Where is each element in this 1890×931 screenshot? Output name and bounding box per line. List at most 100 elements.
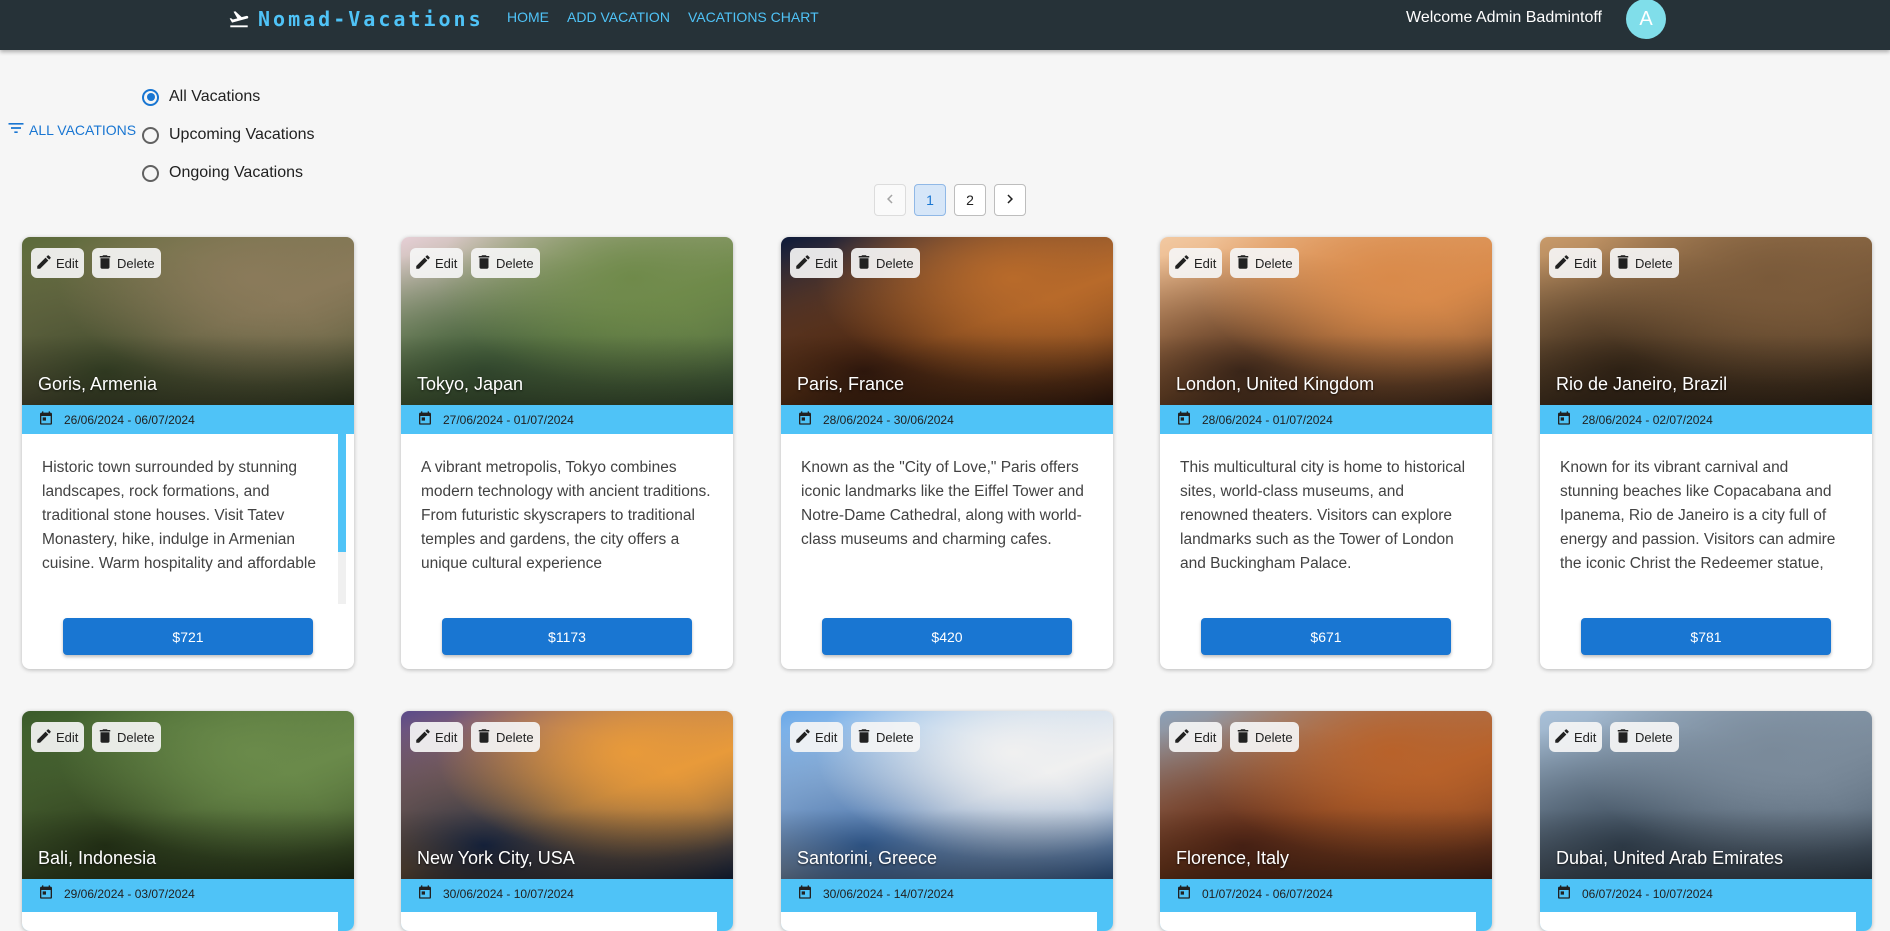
description-scroll-area[interactable]: Known for its vibrant carnival and stunn… — [1540, 434, 1872, 604]
description-area — [1160, 912, 1476, 931]
radio-button[interactable] — [142, 126, 159, 144]
vacation-destination: Rio de Janeiro, Brazil — [1556, 374, 1728, 394]
radio-label: Ongoing Vacations — [169, 164, 304, 181]
edit-button[interactable]: Edit — [1169, 722, 1223, 752]
calendar-icon — [1176, 884, 1192, 903]
vacation-dates: 27/06/2024 - 01/07/2024 — [401, 405, 733, 434]
vacation-image: Edit Delete Santorini, Greece — [781, 711, 1113, 879]
vacation-card-body — [22, 908, 354, 931]
edit-button[interactable]: Edit — [410, 248, 464, 278]
delete-button[interactable]: Delete — [92, 722, 161, 752]
nav-home[interactable]: HOME — [507, 9, 549, 25]
delete-button[interactable]: Delete — [851, 722, 920, 752]
previous-page-button[interactable] — [874, 184, 906, 216]
pencil-icon — [35, 727, 53, 748]
delete-button[interactable]: Delete — [1610, 722, 1679, 752]
vacation-dates: 28/06/2024 - 30/06/2024 — [781, 405, 1113, 434]
edit-label: Edit — [815, 255, 838, 271]
vacation-dates: 30/06/2024 - 14/07/2024 — [781, 879, 1113, 908]
description-scrollbar[interactable] — [338, 434, 346, 604]
pencil-icon — [1173, 727, 1191, 748]
radio-ongoing-vacations[interactable]: Ongoing Vacations — [142, 154, 315, 192]
radio-button[interactable] — [142, 88, 159, 106]
delete-button[interactable]: Delete — [92, 248, 161, 278]
top-app-bar: Nomad-Vacations HOME ADD VACATION VACATI… — [0, 0, 1890, 50]
calendar-icon — [38, 884, 54, 903]
delete-label: Delete — [496, 729, 534, 745]
filter-button-label: ALL VACATIONS — [29, 121, 137, 138]
vacation-destination: Florence, Italy — [1176, 848, 1290, 868]
price-button[interactable]: $1173 — [442, 618, 692, 655]
delete-button[interactable]: Delete — [851, 248, 920, 278]
vacation-card: Edit Delete Rio de Janeiro, Brazil 28/06/20… — [1540, 237, 1872, 669]
vacation-destination: London, United Kingdom — [1176, 374, 1375, 394]
radio-all-vacations[interactable]: All Vacations — [142, 78, 315, 116]
radio-label: All Vacations — [169, 88, 261, 105]
description-scroll-area[interactable]: Historic town surrounded by stunning lan… — [22, 434, 354, 604]
filter-button[interactable]: ALL VACATIONS — [6, 118, 136, 141]
next-page-button[interactable] — [994, 184, 1026, 216]
description-scroll-area[interactable]: This multicultural city is home to histo… — [1160, 434, 1492, 604]
chevron-right-icon — [1001, 190, 1019, 211]
filter-icon — [6, 118, 26, 141]
scrollbar-thumb[interactable] — [338, 434, 346, 552]
edit-button[interactable]: Edit — [790, 248, 844, 278]
vacation-card-body: This multicultural city is home to histo… — [1160, 434, 1492, 669]
price-button[interactable]: $671 — [1201, 618, 1451, 655]
vacation-date-range: 26/06/2024 - 06/07/2024 — [64, 412, 195, 427]
edit-button[interactable]: Edit — [1169, 248, 1223, 278]
vacation-image: Edit Delete Rio de Janeiro, Brazil — [1540, 237, 1872, 405]
pencil-icon — [1553, 253, 1571, 274]
delete-button[interactable]: Delete — [1610, 248, 1679, 278]
calendar-icon — [417, 884, 433, 903]
price-button[interactable]: $781 — [1581, 618, 1831, 655]
pagination: 1 2 — [874, 184, 1026, 216]
delete-label: Delete — [117, 255, 155, 271]
vacation-date-range: 06/07/2024 - 10/07/2024 — [1582, 886, 1713, 901]
pencil-icon — [794, 727, 812, 748]
radio-button[interactable] — [142, 164, 159, 182]
price-button[interactable]: $721 — [63, 618, 313, 655]
edit-button[interactable]: Edit — [1549, 248, 1603, 278]
vacation-date-range: 29/06/2024 - 03/07/2024 — [64, 886, 195, 901]
radio-label: Upcoming Vacations — [169, 126, 315, 143]
brand[interactable]: Nomad-Vacations — [228, 6, 484, 32]
delete-label: Delete — [1635, 255, 1673, 271]
delete-button[interactable]: Delete — [1230, 722, 1299, 752]
vacation-card-body: Known as the "City of Love," Paris offer… — [781, 434, 1113, 669]
delete-label: Delete — [876, 729, 914, 745]
edit-button[interactable]: Edit — [31, 248, 85, 278]
edit-button[interactable]: Edit — [410, 722, 464, 752]
delete-label: Delete — [1635, 729, 1673, 745]
edit-label: Edit — [1574, 729, 1597, 745]
edit-button[interactable]: Edit — [1549, 722, 1603, 752]
chevron-left-icon — [881, 190, 899, 211]
trash-icon — [1614, 727, 1632, 748]
edit-button[interactable]: Edit — [31, 722, 85, 752]
trash-icon — [1614, 253, 1632, 274]
pencil-icon — [414, 253, 432, 274]
nav-add-vacation[interactable]: ADD VACATION — [567, 9, 670, 25]
page-button-1[interactable]: 1 — [914, 184, 946, 216]
description-scroll-area[interactable]: A vibrant metropolis, Tokyo combines mod… — [401, 434, 733, 604]
description-area — [22, 912, 338, 931]
vacation-date-range: 28/06/2024 - 01/07/2024 — [1202, 412, 1333, 427]
radio-upcoming-vacations[interactable]: Upcoming Vacations — [142, 116, 315, 154]
vacation-image: Edit Delete Paris, France — [781, 237, 1113, 405]
vacation-card: Edit Delete Dubai, United Arab Emirates 06/… — [1540, 711, 1872, 931]
delete-button[interactable]: Delete — [471, 722, 540, 752]
nav-vacations-chart[interactable]: VACATIONS CHART — [688, 9, 819, 25]
description-scroll-area[interactable]: Known as the "City of Love," Paris offer… — [781, 434, 1113, 604]
main-nav: HOME ADD VACATION VACATIONS CHART — [507, 9, 819, 25]
vacation-destination: Tokyo, Japan — [417, 374, 524, 394]
price-button[interactable]: $420 — [822, 618, 1072, 655]
page-button-2[interactable]: 2 — [954, 184, 986, 216]
delete-button[interactable]: Delete — [1230, 248, 1299, 278]
vacation-dates: 26/06/2024 - 06/07/2024 — [22, 405, 354, 434]
avatar[interactable]: A — [1626, 0, 1666, 39]
delete-button[interactable]: Delete — [471, 248, 540, 278]
calendar-icon — [797, 410, 813, 429]
calendar-icon — [1556, 410, 1572, 429]
edit-button[interactable]: Edit — [790, 722, 844, 752]
trash-icon — [96, 727, 114, 748]
